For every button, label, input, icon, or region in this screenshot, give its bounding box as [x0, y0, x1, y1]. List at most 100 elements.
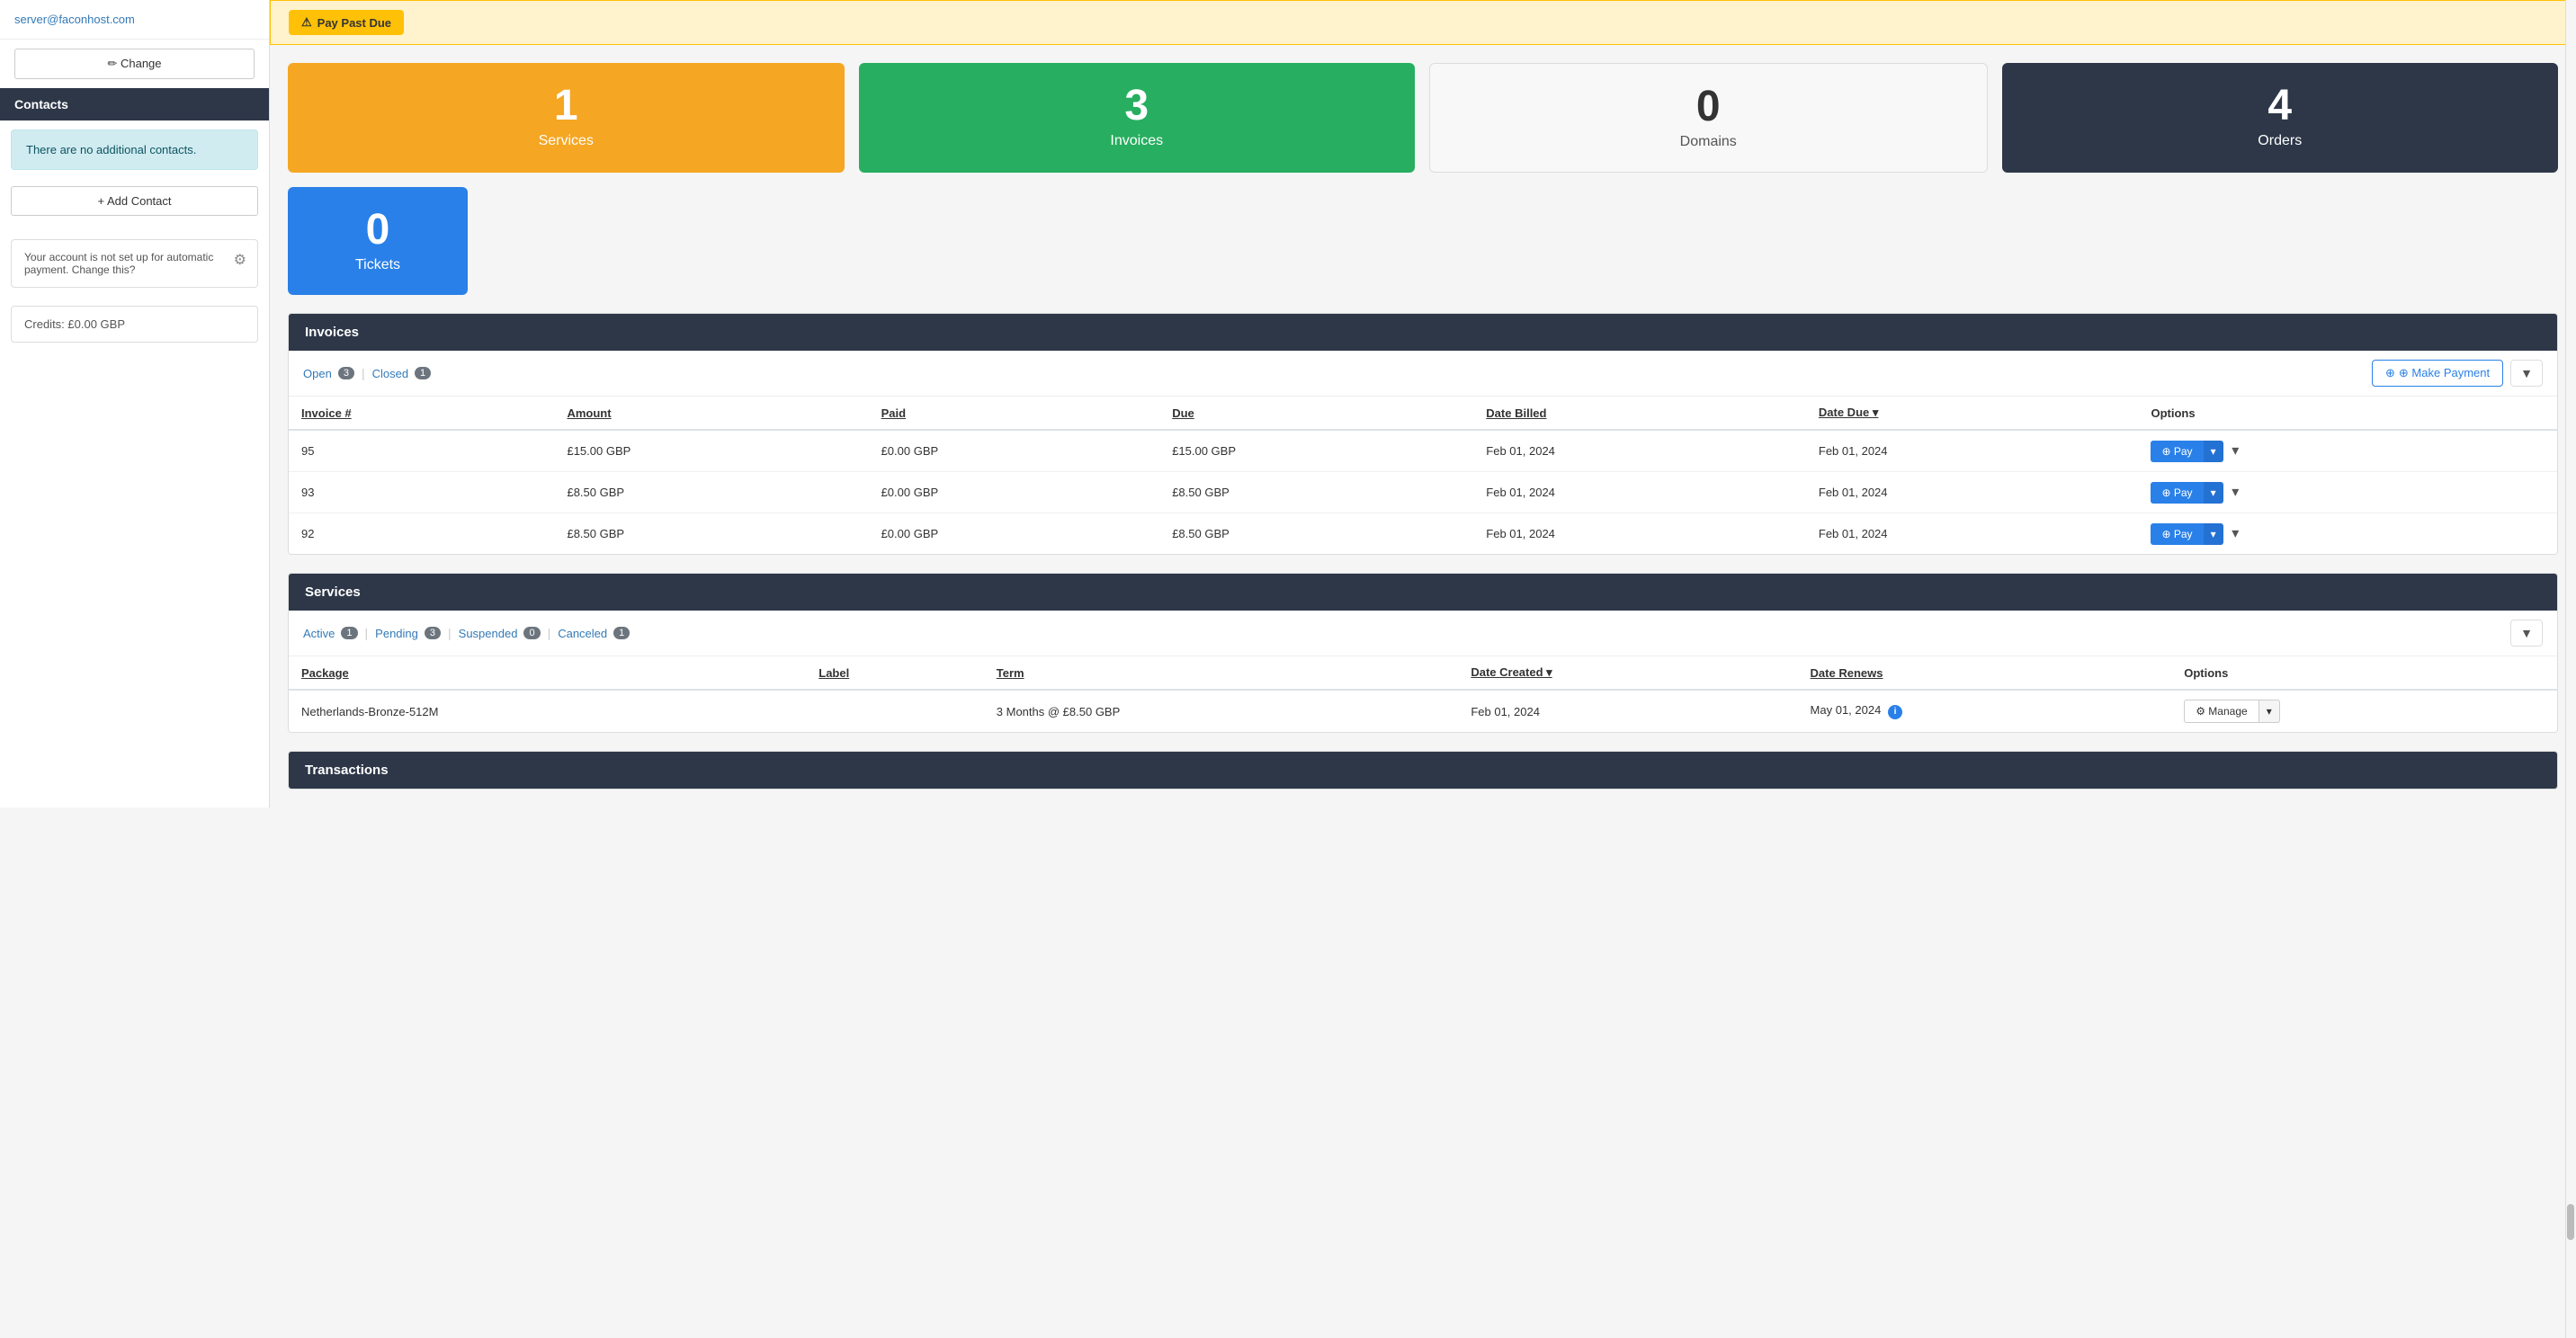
invoices-section-header: Invoices	[289, 314, 2557, 351]
services-filter-icon: ▼	[2520, 626, 2533, 640]
services-filter-button[interactable]: ▼	[2510, 620, 2543, 647]
make-payment-button[interactable]: ⊕ ⊕ Make Payment	[2372, 360, 2503, 387]
pay-button-93[interactable]: ⊕ Pay	[2151, 482, 2203, 504]
manage-group: ⚙ Manage ▾	[2184, 700, 2280, 723]
col-options: Options	[2138, 397, 2557, 430]
scrollbar-thumb[interactable]	[2567, 1204, 2574, 1240]
plus-circle-icon: ⊕	[2385, 366, 2395, 380]
col-package-link[interactable]: Package	[301, 666, 349, 680]
col-date-due: Date Due ▾	[1806, 397, 2139, 430]
autopay-notice: Your account is not set up for automatic…	[11, 239, 258, 288]
svc-separator-2: |	[448, 626, 452, 640]
invoice-num-93: 93	[289, 472, 554, 513]
invoices-section: Invoices Open 3 | Closed 1 ⊕ ⊕ Make Paym…	[288, 313, 2558, 555]
tab-closed[interactable]: Closed	[372, 367, 408, 380]
col-date-billed: Date Billed	[1473, 397, 1806, 430]
table-row: 93 £8.50 GBP £0.00 GBP £8.50 GBP Feb 01,…	[289, 472, 2557, 513]
pay-dropdown-93[interactable]: ▾	[2204, 482, 2223, 504]
invoices-tab-bar: Open 3 | Closed 1 ⊕ ⊕ Make Payment ▼	[289, 351, 2557, 397]
col-due-link[interactable]: Due	[1172, 406, 1194, 420]
tab-suspended[interactable]: Suspended	[459, 627, 518, 640]
col-date-created-link[interactable]: Date Created ▾	[1471, 665, 1552, 679]
col-amount-link[interactable]: Amount	[567, 406, 611, 420]
pay-button-92[interactable]: ⊕ Pay	[2151, 523, 2203, 545]
invoice-date-billed-92: Feb 01, 2024	[1473, 513, 1806, 555]
expand-button-92[interactable]: ▾	[2226, 522, 2244, 544]
tab-pending[interactable]: Pending	[375, 627, 418, 640]
domains-label: Domains	[1448, 134, 1969, 150]
tab-open-badge: 3	[338, 367, 354, 379]
warning-icon: ⚠	[301, 15, 312, 30]
services-section-body: Active 1 | Pending 3 | Suspended 0 | Can…	[289, 611, 2557, 732]
tab-actions: ⊕ ⊕ Make Payment ▼	[2372, 360, 2543, 387]
invoice-amount-95: £15.00 GBP	[554, 430, 868, 472]
change-button[interactable]: ✏ Change	[14, 49, 255, 79]
pay-dropdown-95[interactable]: ▾	[2204, 441, 2223, 462]
invoice-amount-93: £8.50 GBP	[554, 472, 868, 513]
pay-past-due-banner: ⚠ Pay Past Due	[270, 0, 2576, 45]
col-paid-link[interactable]: Paid	[881, 406, 906, 420]
credits-box: Credits: £0.00 GBP	[11, 306, 258, 343]
svc-label	[806, 690, 984, 732]
col-svc-options: Options	[2171, 656, 2557, 690]
services-label: Services	[306, 133, 827, 149]
pay-button-95[interactable]: ⊕ Pay	[2151, 441, 2203, 462]
col-date-renews-link[interactable]: Date Renews	[1811, 666, 1883, 680]
expand-button-93[interactable]: ▾	[2226, 481, 2244, 503]
invoice-num-95: 95	[289, 430, 554, 472]
pay-past-due-label: Pay Past Due	[318, 16, 391, 30]
pay-group-93: ⊕ Pay ▾	[2151, 482, 2223, 504]
invoices-filter-button[interactable]: ▼	[2510, 360, 2543, 387]
table-row: 95 £15.00 GBP £0.00 GBP £15.00 GBP Feb 0…	[289, 430, 2557, 472]
expand-button-95[interactable]: ▾	[2226, 440, 2244, 461]
col-date-billed-link[interactable]: Date Billed	[1486, 406, 1546, 420]
info-icon[interactable]: i	[1888, 705, 1902, 719]
tab-active[interactable]: Active	[303, 627, 335, 640]
invoice-date-due-95: Feb 01, 2024	[1806, 430, 2139, 472]
services-tab-actions: ▼	[2510, 620, 2543, 647]
tab-canceled[interactable]: Canceled	[558, 627, 607, 640]
invoices-table: Invoice # Amount Paid Due Date Billed Da…	[289, 397, 2557, 554]
invoice-paid-92: £0.00 GBP	[869, 513, 1160, 555]
invoice-options-93: ⊕ Pay ▾ ▾	[2138, 472, 2557, 513]
tab-open[interactable]: Open	[303, 367, 332, 380]
invoice-num-92: 92	[289, 513, 554, 555]
sidebar: server@faconhost.com ✏ Change Contacts T…	[0, 0, 270, 807]
col-amount: Amount	[554, 397, 868, 430]
pay-past-due-button[interactable]: ⚠ Pay Past Due	[289, 10, 404, 35]
services-count: 1	[306, 85, 827, 128]
stats-row: 1 Services 3 Invoices 0 Domains 4 Orders	[270, 45, 2576, 173]
col-label: Label	[806, 656, 984, 690]
invoice-due-95: £15.00 GBP	[1159, 430, 1473, 472]
svc-renews-value: May 01, 2024	[1811, 703, 1882, 717]
filter-icon: ▼	[2520, 366, 2533, 380]
pay-group-92: ⊕ Pay ▾	[2151, 523, 2223, 545]
tab-active-badge: 1	[341, 627, 357, 639]
stat-card-invoices[interactable]: 3 Invoices	[859, 63, 1416, 173]
col-label-link[interactable]: Label	[818, 666, 849, 680]
add-contact-button[interactable]: + Add Contact	[11, 186, 258, 216]
pay-dropdown-92[interactable]: ▾	[2204, 523, 2223, 545]
stat-card-services[interactable]: 1 Services	[288, 63, 845, 173]
manage-button[interactable]: ⚙ Manage	[2184, 700, 2258, 723]
stat-card-orders[interactable]: 4 Orders	[2002, 63, 2559, 173]
gear-icon[interactable]: ⚙	[234, 251, 246, 269]
manage-dropdown[interactable]: ▾	[2259, 700, 2280, 723]
orders-label: Orders	[2020, 133, 2541, 149]
col-invoice-link[interactable]: Invoice #	[301, 406, 352, 420]
stat-card-domains[interactable]: 0 Domains	[1429, 63, 1988, 173]
tab-canceled-badge: 1	[613, 627, 630, 639]
invoice-date-billed-93: Feb 01, 2024	[1473, 472, 1806, 513]
invoice-paid-93: £0.00 GBP	[869, 472, 1160, 513]
autopay-text: Your account is not set up for automatic…	[24, 251, 213, 276]
stat-card-tickets[interactable]: 0 Tickets	[288, 187, 468, 295]
svc-separator-3: |	[548, 626, 551, 640]
invoice-date-due-93: Feb 01, 2024	[1806, 472, 2139, 513]
contacts-header: Contacts	[0, 88, 269, 120]
invoice-due-93: £8.50 GBP	[1159, 472, 1473, 513]
col-term-link[interactable]: Term	[997, 666, 1024, 680]
tab-suspended-badge: 0	[523, 627, 540, 639]
col-date-due-link[interactable]: Date Due ▾	[1819, 406, 1879, 419]
transactions-section-header: Transactions	[289, 752, 2557, 789]
scrollbar[interactable]	[2565, 0, 2576, 1338]
